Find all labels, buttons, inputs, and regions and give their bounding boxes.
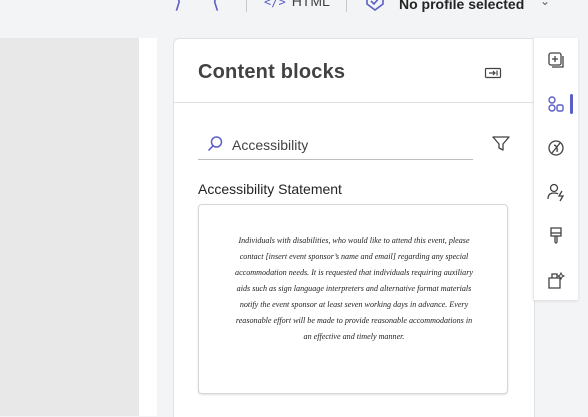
search-value: Accessibility xyxy=(232,137,309,153)
panel-title: Content blocks xyxy=(198,61,346,83)
content-blocks-panel: Content blocks Accessibility Accessibili… xyxy=(173,38,535,417)
content-blocks-icon[interactable] xyxy=(546,94,566,114)
assist-icon[interactable] xyxy=(546,270,566,290)
content-block-label: Accessibility Statement xyxy=(198,181,342,197)
chevron-down-icon[interactable]: ⌄ xyxy=(540,0,550,8)
add-element-icon[interactable] xyxy=(546,50,566,70)
content-block-card[interactable]: Individuals with disabilities, who would… xyxy=(198,204,508,394)
editor-canvas[interactable] xyxy=(0,38,139,416)
collapse-panel-icon[interactable] xyxy=(484,65,502,81)
search-icon xyxy=(207,136,223,152)
panel-divider xyxy=(174,102,534,103)
search-input[interactable]: Accessibility xyxy=(198,133,473,160)
profile-selector-label[interactable]: No profile selected xyxy=(399,0,524,12)
active-indicator xyxy=(570,94,573,114)
brand-kit-icon[interactable] xyxy=(546,138,566,158)
undo-icon[interactable]: ⟨ xyxy=(212,0,220,12)
personalization-icon[interactable] xyxy=(546,182,566,202)
styles-icon[interactable] xyxy=(546,226,566,246)
editor-canvas-edge xyxy=(139,38,157,416)
toolbar-divider xyxy=(246,0,247,12)
html-label: HTML xyxy=(291,0,330,9)
profile-icon[interactable] xyxy=(364,0,386,12)
code-icon: </> xyxy=(264,0,286,9)
html-button[interactable]: </> HTML xyxy=(264,0,330,9)
content-block-preview: Individuals with disabilities, who would… xyxy=(235,236,473,341)
top-toolbar: ⟩ ⟨ </> HTML No profile selected ⌄ xyxy=(0,0,588,22)
right-tool-rail xyxy=(533,38,578,300)
filter-icon[interactable] xyxy=(491,135,511,153)
toolbar-divider xyxy=(346,0,347,12)
redo-icon[interactable]: ⟩ xyxy=(174,0,182,12)
